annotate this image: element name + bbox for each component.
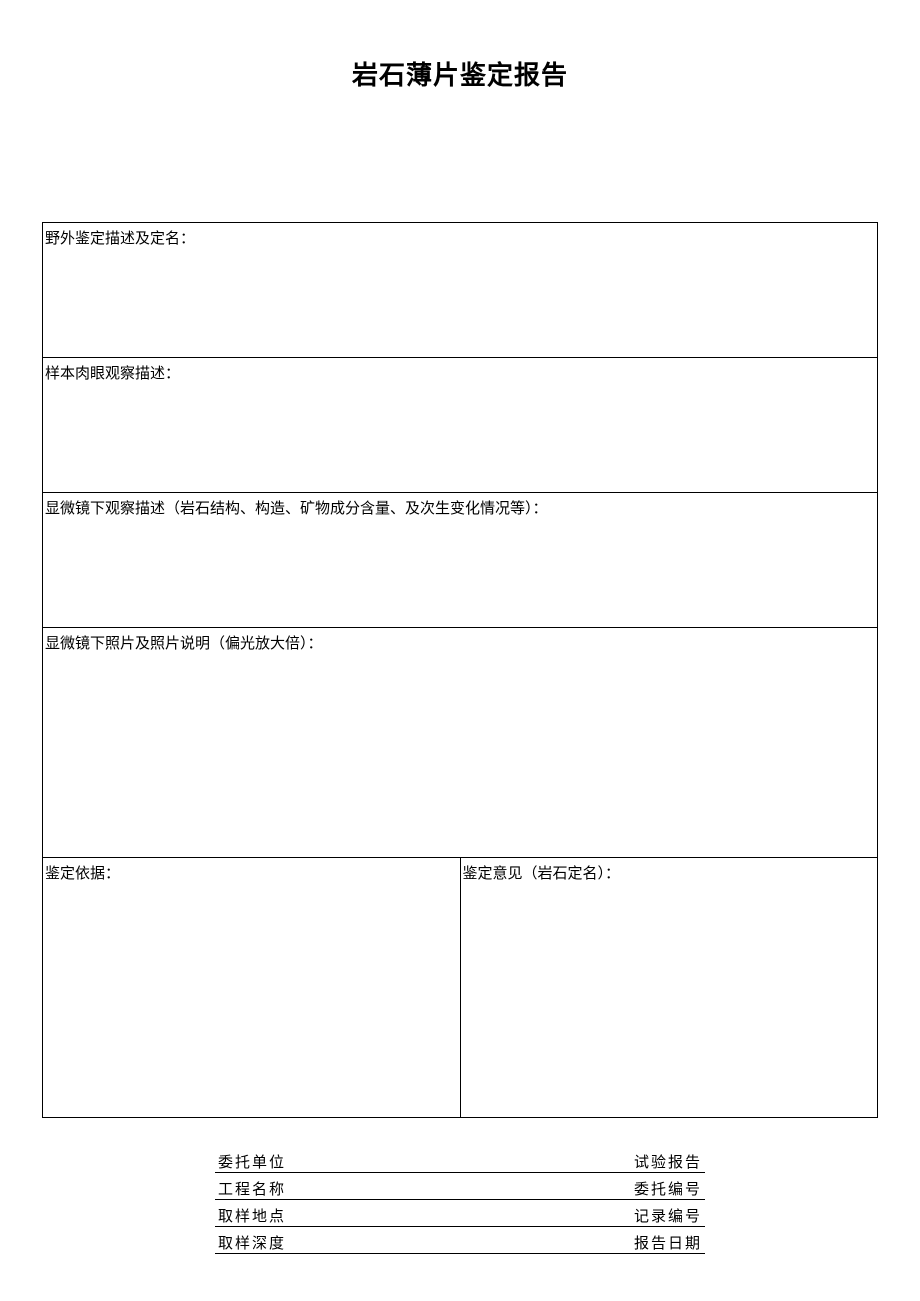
footer-row-4: 取样深度 报告日期 (215, 1227, 705, 1254)
photo-description-label: 显微镜下照片及照片说明（偏光放大倍）： (45, 636, 323, 652)
photo-description-cell: 显微镜下照片及照片说明（偏光放大倍）： (43, 628, 878, 858)
basis-label: 鉴定依据： (45, 866, 120, 882)
footer-right-1: 试验报告 (634, 1151, 702, 1172)
main-form-table: 野外鉴定描述及定名： 样本肉眼观察描述： 显微镜下观察描述（岩石结构、构造、矿物… (42, 222, 878, 1118)
opinion-cell: 鉴定意见（岩石定名）： (460, 858, 878, 1118)
footer-left-1: 委托单位 (218, 1151, 286, 1172)
footer-row-1: 委托单位 试验报告 (215, 1146, 705, 1173)
microscope-description-label: 显微镜下观察描述（岩石结构、构造、矿物成分含量、及次生变化情况等）： (45, 501, 548, 517)
footer-row-2: 工程名称 委托编号 (215, 1173, 705, 1200)
footer-row-3: 取样地点 记录编号 (215, 1200, 705, 1227)
footer-right-2: 委托编号 (634, 1178, 702, 1199)
sample-description-label: 样本肉眼观察描述： (45, 366, 180, 382)
sample-description-cell: 样本肉眼观察描述： (43, 358, 878, 493)
basis-cell: 鉴定依据： (43, 858, 461, 1118)
footer-left-4: 取样深度 (218, 1232, 286, 1253)
footer-left-2: 工程名称 (218, 1178, 286, 1199)
microscope-description-cell: 显微镜下观察描述（岩石结构、构造、矿物成分含量、及次生变化情况等）： (43, 493, 878, 628)
field-description-cell: 野外鉴定描述及定名： (43, 223, 878, 358)
opinion-label: 鉴定意见（岩石定名）： (463, 866, 621, 882)
footer-right-4: 报告日期 (634, 1232, 702, 1253)
report-title: 岩石薄片鉴定报告 (0, 0, 920, 92)
field-description-label: 野外鉴定描述及定名： (45, 231, 195, 247)
footer-right-3: 记录编号 (634, 1205, 702, 1226)
footer-left-3: 取样地点 (218, 1205, 286, 1226)
footer-block: 委托单位 试验报告 工程名称 委托编号 取样地点 记录编号 取样深度 报告日期 (215, 1146, 705, 1254)
